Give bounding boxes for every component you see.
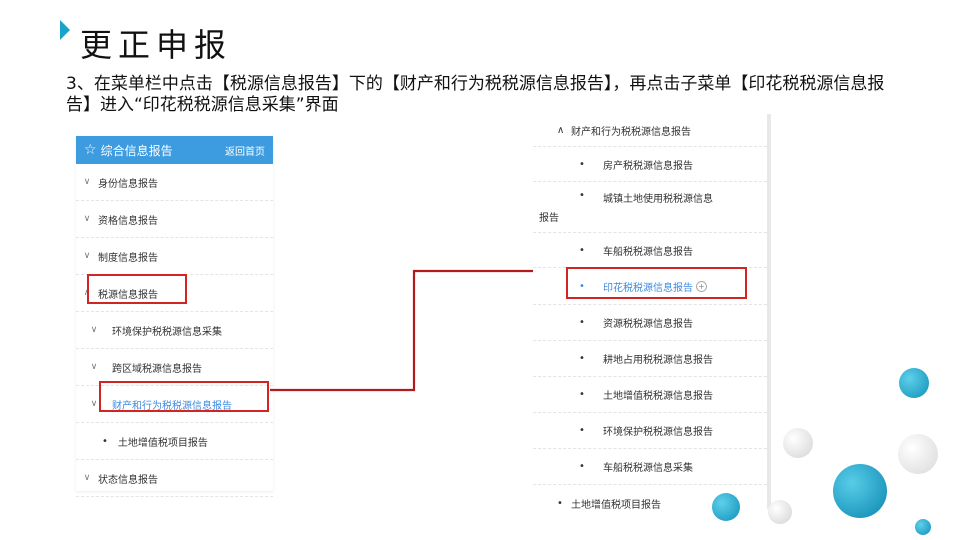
decorative-circle bbox=[898, 434, 938, 474]
slide-title: 更正申报 bbox=[80, 26, 233, 64]
star-icon: ☆ bbox=[84, 142, 97, 158]
submenu-item-label: 土地增值税项目报告 bbox=[571, 499, 661, 511]
instruction-text: 3、在菜单栏中点击【税源信息报告】下的【财产和行为税税源信息报告】，再点击子菜单… bbox=[66, 74, 885, 115]
submenu-parent[interactable]: ∧ 财产和行为税税源信息报告 bbox=[533, 114, 767, 147]
submenu-item-label-wrap: 报告 bbox=[539, 213, 559, 224]
submenu-item-label: 车船税税源信息采集 bbox=[603, 463, 693, 474]
bullet-icon: • bbox=[102, 435, 108, 447]
submenu-item[interactable]: • 城镇土地使用税税源信息 报告 bbox=[533, 182, 767, 233]
submenu-item[interactable]: • 环境保护税税源信息报告 bbox=[533, 413, 767, 449]
submenu-parent-label: 财产和行为税税源信息报告 bbox=[571, 126, 691, 138]
decorative-circle bbox=[899, 368, 929, 398]
submenu-item-label: 城镇土地使用税税源信息 bbox=[603, 194, 713, 205]
home-link[interactable]: 返回首页 bbox=[225, 143, 265, 158]
menu-header: ☆ 综合信息报告 返回首页 bbox=[76, 136, 273, 164]
submenu-item-label: 车船税税源信息报告 bbox=[603, 246, 693, 258]
menu-item-label: 制度信息报告 bbox=[98, 252, 158, 264]
menu-item-env-tax[interactable]: ∨ 环境保护税税源信息采集 bbox=[76, 312, 273, 349]
submenu-item-label: 土地增值税税源信息报告 bbox=[603, 391, 713, 402]
right-submenu-panel: ∧ 财产和行为税税源信息报告 • 房产税税源信息报告 • 城镇土地使用税税源信息… bbox=[533, 114, 771, 511]
highlight-box-property-behavior bbox=[99, 381, 269, 412]
menu-item-label: 环境保护税税源信息采集 bbox=[112, 326, 222, 338]
menu-item-label: 土地增值税项目报告 bbox=[117, 437, 208, 449]
menu-item-status[interactable]: ∨ 状态信息报告 bbox=[76, 460, 273, 497]
submenu-item-label: 资源税税源信息报告 bbox=[603, 319, 693, 330]
highlight-box-stamp-tax bbox=[566, 267, 747, 299]
decorative-circle bbox=[915, 519, 931, 535]
chevron-down-icon: ∨ bbox=[83, 251, 91, 261]
menu-item-label: 资格信息报告 bbox=[98, 215, 158, 227]
menu-item-label: 身份信息报告 bbox=[98, 178, 158, 190]
submenu-item-label: 耕地占用税税源信息报告 bbox=[603, 355, 713, 366]
decorative-circle bbox=[783, 428, 813, 458]
connector-arrow bbox=[270, 265, 562, 392]
chevron-down-icon: ∨ bbox=[83, 177, 91, 187]
menu-item-identity[interactable]: ∨ 身份信息报告 bbox=[76, 164, 273, 201]
submenu-item-label: 房产税税源信息报告 bbox=[603, 160, 693, 172]
submenu-item[interactable]: • 耕地占用税税源信息报告 bbox=[533, 341, 767, 377]
decorative-circle bbox=[833, 464, 887, 518]
submenu-item-label: 环境保护税税源信息报告 bbox=[603, 427, 713, 438]
highlight-box-tax-source bbox=[87, 274, 187, 304]
chevron-up-icon: ∧ bbox=[557, 124, 565, 136]
menu-item-qualification[interactable]: ∨ 资格信息报告 bbox=[76, 201, 273, 238]
menu-item-label: 跨区域税源信息报告 bbox=[112, 363, 202, 375]
submenu-item[interactable]: • 土地增值税税源信息报告 bbox=[533, 377, 767, 413]
chevron-down-icon: ∨ bbox=[83, 473, 91, 483]
decorative-circle bbox=[768, 500, 792, 524]
submenu-item[interactable]: • 车船税税源信息采集 bbox=[533, 449, 767, 485]
submenu-item[interactable]: • 房产税税源信息报告 bbox=[533, 147, 767, 182]
submenu-item[interactable]: • 资源税税源信息报告 bbox=[533, 305, 767, 341]
chevron-down-icon: ∨ bbox=[90, 362, 98, 372]
chevron-down-icon: ∨ bbox=[83, 214, 91, 224]
menu-header-title: 综合信息报告 bbox=[100, 143, 173, 158]
submenu-item[interactable]: • 车船税税源信息报告 bbox=[533, 233, 767, 268]
menu-item-land-vat-project[interactable]: • 土地增值税项目报告 bbox=[76, 423, 273, 460]
menu-item-system[interactable]: ∨ 制度信息报告 bbox=[76, 238, 273, 275]
left-menu-panel: ☆ 综合信息报告 返回首页 ∨ 身份信息报告 ∨ 资格信息报告 ∨ 制度信息报告… bbox=[76, 136, 273, 497]
menu-item-label: 状态信息报告 bbox=[98, 474, 158, 486]
chevron-down-icon: ∨ bbox=[90, 325, 98, 335]
decorative-circle bbox=[712, 493, 740, 521]
title-marker-icon bbox=[60, 20, 70, 40]
